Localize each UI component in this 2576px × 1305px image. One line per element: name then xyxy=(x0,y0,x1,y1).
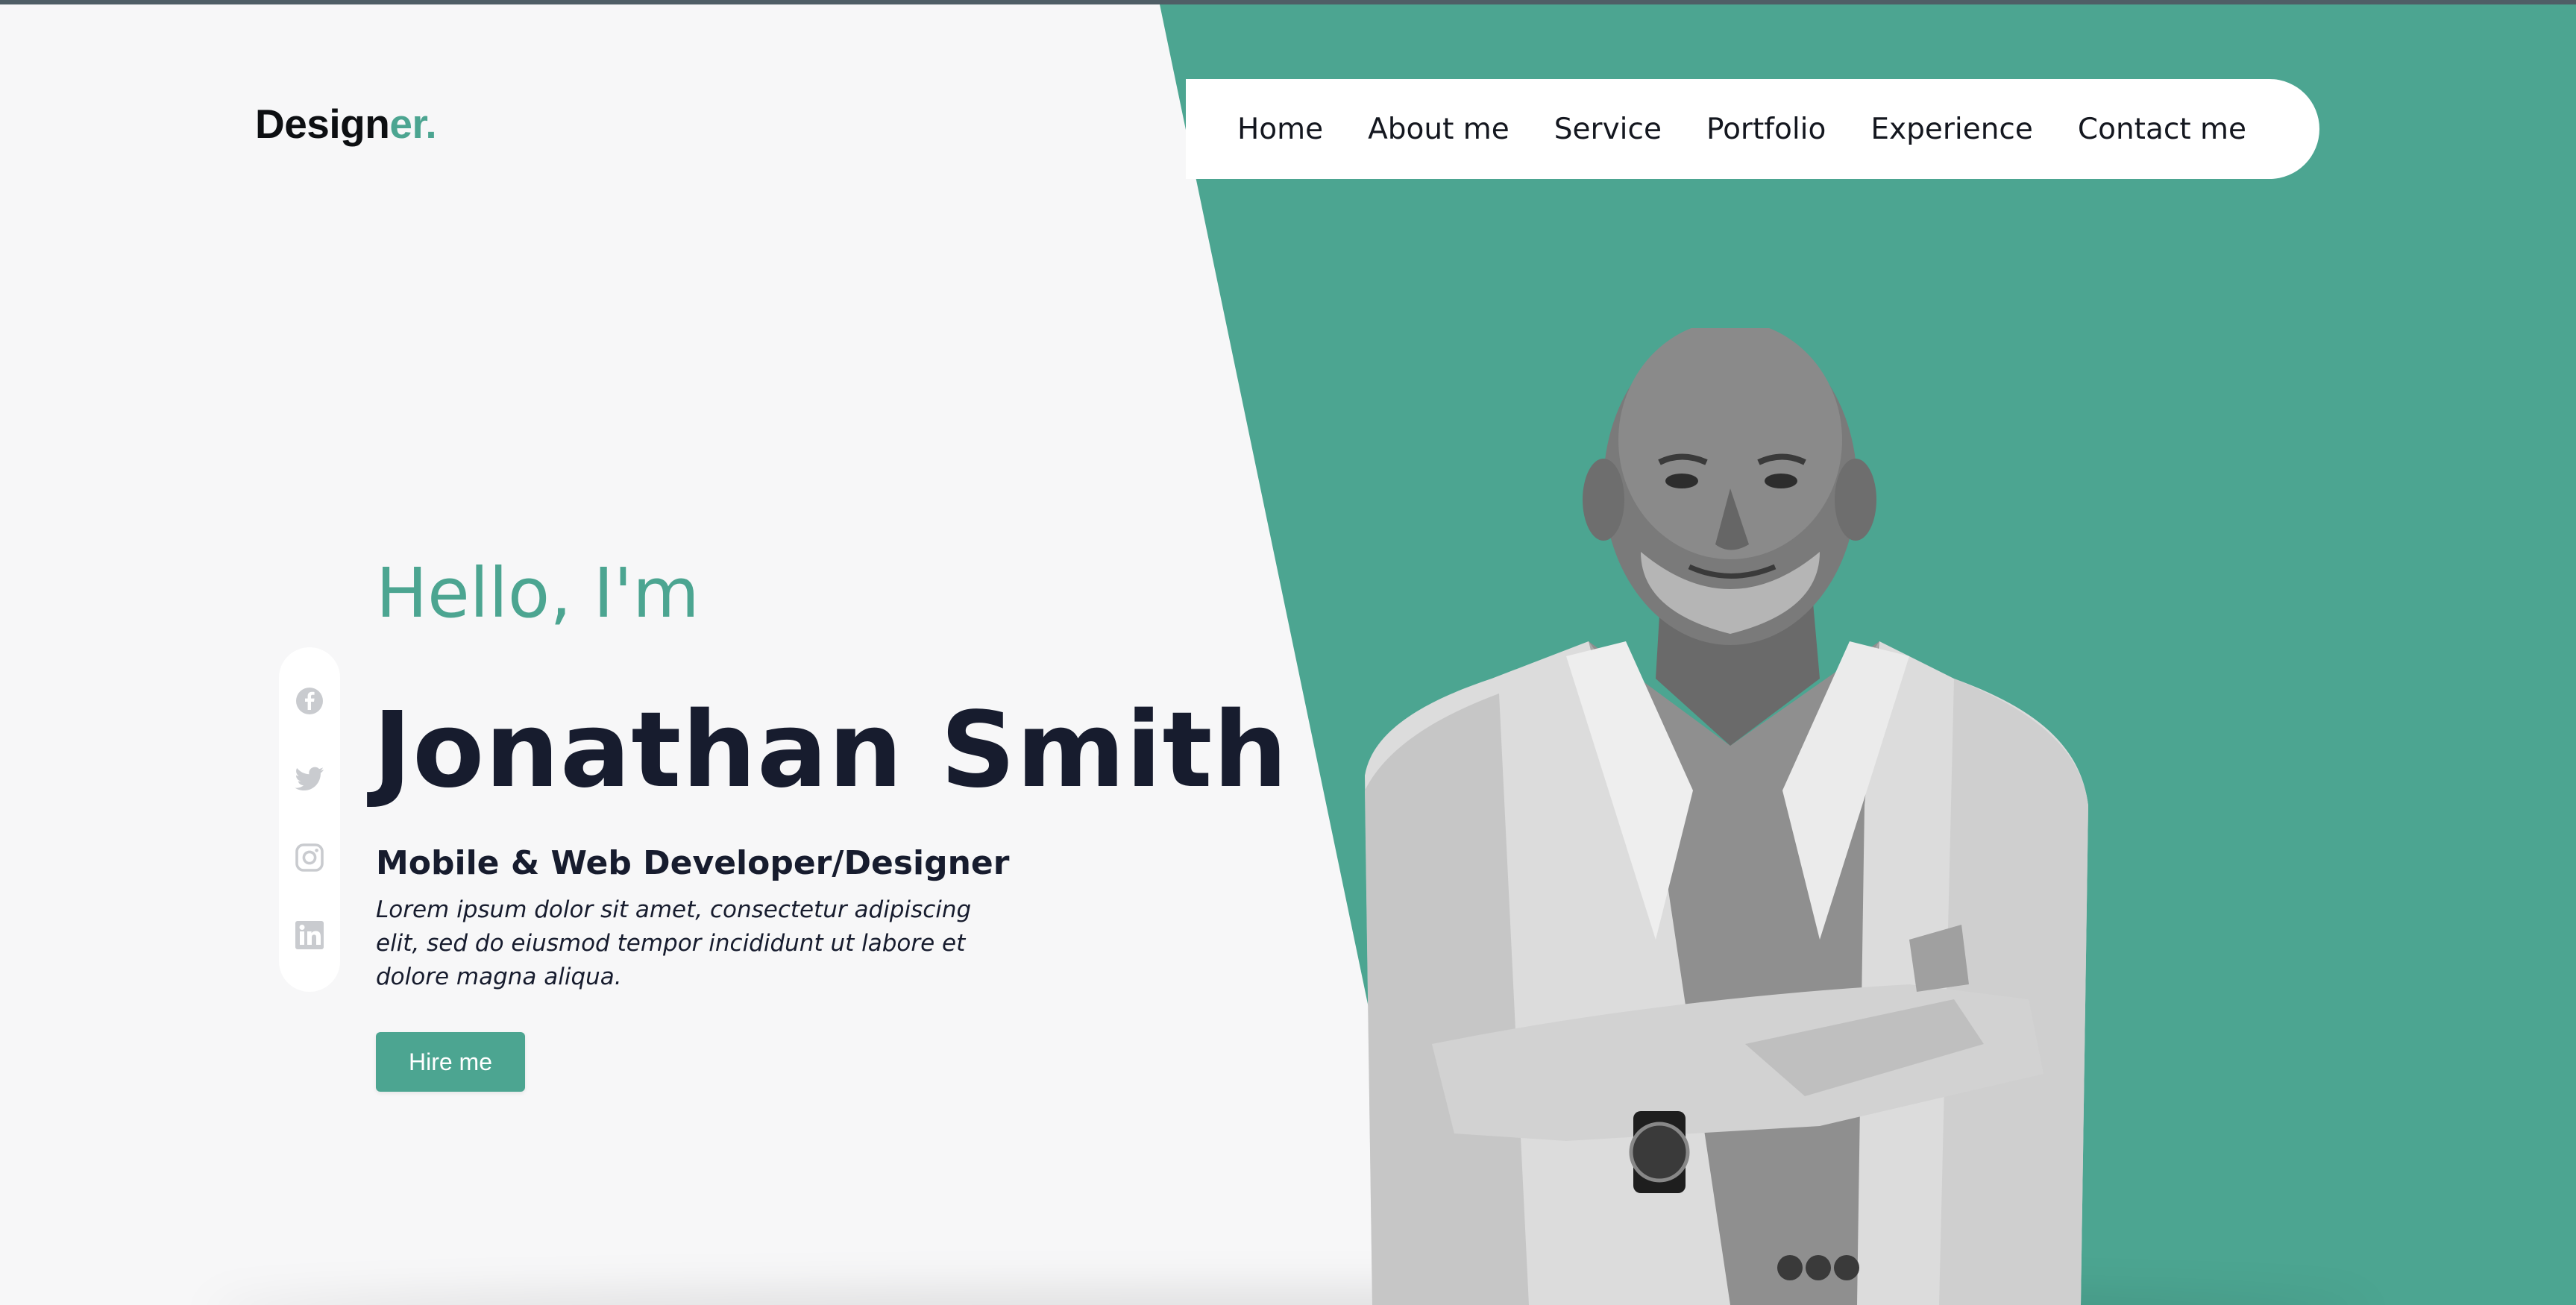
nav-item-portfolio[interactable]: Portfolio xyxy=(1706,113,1826,146)
hero-greeting: Hello, I'm xyxy=(376,553,700,633)
instagram-icon[interactable] xyxy=(295,843,324,872)
window-top-border xyxy=(0,0,2576,4)
hero-role: Mobile & Web Developer/Designer xyxy=(376,844,1010,882)
hero-description: Lorem ipsum dolor sit amet, consectetur … xyxy=(376,896,972,990)
nav-item-about-me[interactable]: About me xyxy=(1368,113,1510,146)
logo-accent-text: er. xyxy=(389,101,437,147)
portrait-photo xyxy=(1365,328,2088,1305)
hero-name: Jonathan Smith xyxy=(373,690,1289,811)
site-logo[interactable]: Designer. xyxy=(255,100,437,148)
nav-item-contact-me[interactable]: Contact me xyxy=(2078,113,2246,146)
main-navigation: Home About me Service Portfolio Experien… xyxy=(1186,79,2319,179)
hire-me-button[interactable]: Hire me xyxy=(376,1032,525,1092)
social-links-rail xyxy=(279,647,340,992)
nav-item-home[interactable]: Home xyxy=(1237,113,1323,146)
linkedin-icon[interactable] xyxy=(295,920,324,950)
nav-item-experience[interactable]: Experience xyxy=(1870,113,2033,146)
twitter-icon[interactable] xyxy=(295,764,324,794)
logo-main-text: Design xyxy=(255,101,390,147)
nav-item-service[interactable]: Service xyxy=(1554,113,1662,146)
facebook-icon[interactable] xyxy=(295,686,324,716)
hero-green-background xyxy=(1160,4,2576,1305)
